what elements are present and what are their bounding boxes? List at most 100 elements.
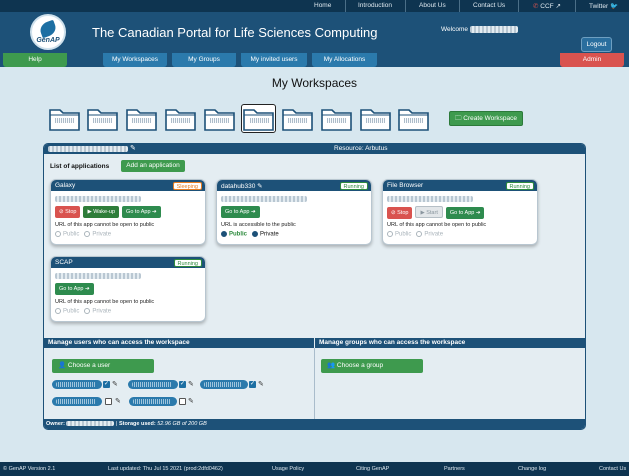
changelog-link[interactable]: Change log	[518, 466, 546, 472]
status-badge: Running	[173, 258, 202, 267]
nav-link-contact-us[interactable]: Contact Us	[473, 2, 505, 9]
welcome-text: Welcome	[441, 26, 518, 33]
nav-link-twitter[interactable]: Twitter 🐦	[589, 2, 618, 10]
citing-link[interactable]: Citing GenAP	[356, 466, 389, 472]
choose-user-button[interactable]: 👤 Choose a user	[52, 359, 154, 373]
edit-user-icon[interactable]: ✎	[112, 380, 118, 388]
go-to-app-button[interactable]: Go to App ➔	[221, 206, 260, 218]
redacted-app-url	[221, 196, 307, 202]
nav-link-ccf[interactable]: ✆ CCF ↗	[533, 2, 561, 10]
arrow-right-icon: ➔	[475, 210, 481, 216]
genap-logo[interactable]: GenAP	[30, 14, 66, 50]
play-icon: ▶	[420, 210, 425, 216]
stop-button[interactable]: ⊘ Stop	[55, 206, 81, 218]
app-card-file-browser: File Browser Running ⊘ Stop ▶ Start Go to A…	[382, 179, 538, 245]
site-title: The Canadian Portal for Life Sciences Co…	[92, 25, 378, 40]
private-radio[interactable]	[252, 231, 259, 237]
status-badge: Running	[505, 181, 534, 190]
manage-users-header: Manage users who can access the workspac…	[44, 338, 314, 348]
admin-button[interactable]: Admin	[560, 53, 624, 67]
workspace-folder-icon[interactable]	[204, 106, 235, 131]
create-workspace-button[interactable]: 🗀 Create Workspace	[449, 111, 523, 126]
workspace-folder-icon[interactable]	[87, 106, 118, 131]
app-url-note: URL of this app cannot be open to public	[55, 299, 155, 305]
choose-group-button[interactable]: 👥 Choose a group	[321, 359, 423, 373]
edit-app-icon[interactable]: ✎	[257, 183, 262, 190]
usage-policy-link[interactable]: Usage Policy	[272, 466, 304, 472]
app-url-note: URL of this app cannot be open to public	[55, 222, 155, 228]
stop-icon: ⊘	[59, 209, 64, 215]
user-tag	[52, 380, 102, 389]
top-nav: Home Introduction About Us Contact Us ✆ …	[0, 0, 629, 12]
redacted-workspace-name	[48, 145, 128, 152]
user-checkbox[interactable]: ✓	[179, 381, 186, 388]
private-radio	[84, 308, 91, 314]
apps-list-title: List of applications	[50, 163, 110, 170]
my-workspaces-button[interactable]: My Workspaces	[103, 53, 167, 67]
my-allocations-button[interactable]: My Allocations	[312, 53, 377, 67]
workspace-folder-icon[interactable]	[49, 106, 80, 131]
go-to-app-button[interactable]: Go to App ➔	[445, 207, 485, 219]
nav-link-home[interactable]: Home	[314, 2, 331, 9]
play-icon: ▶	[87, 209, 92, 215]
manage-groups-header: Manage groups who can access the workspa…	[315, 338, 585, 348]
visibility-radios: Public Private	[221, 231, 279, 238]
visibility-radios: Public Private	[55, 308, 111, 315]
stop-button[interactable]: ⊘ Stop	[387, 207, 413, 219]
redacted-app-url	[55, 273, 141, 279]
my-groups-button[interactable]: My Groups	[172, 53, 236, 67]
arrow-right-icon: ➔	[251, 209, 256, 215]
visibility-radios: Public Private	[55, 231, 111, 238]
folder-icon: 🗀	[454, 115, 462, 122]
wake-up-button[interactable]: ▶ Wake-up	[83, 206, 120, 218]
status-badge: Running	[339, 181, 368, 190]
go-to-app-button[interactable]: Go to App ➔	[122, 206, 161, 218]
user-icon: 👤	[58, 362, 67, 369]
workspace-folder-icon[interactable]	[126, 106, 157, 131]
user-tag	[129, 397, 177, 406]
go-to-app-button[interactable]: Go to App ➔	[55, 283, 94, 295]
status-badge: Sleeping	[172, 181, 202, 190]
visibility-radios: Public Private	[387, 231, 443, 238]
version-text: © GenAP Version 2.1	[3, 466, 56, 472]
edit-user-icon[interactable]: ✎	[258, 380, 264, 388]
user-tag	[200, 380, 248, 389]
edit-user-icon[interactable]: ✎	[115, 397, 121, 405]
user-checkbox[interactable]	[105, 398, 112, 405]
edit-user-icon[interactable]: ✎	[188, 380, 194, 388]
add-application-button[interactable]: Add an application	[121, 160, 185, 172]
help-button[interactable]: Help	[3, 53, 67, 67]
public-radio[interactable]	[221, 231, 227, 237]
user-checkbox[interactable]	[179, 398, 186, 405]
public-radio	[55, 308, 61, 314]
redacted-app-url	[55, 196, 141, 202]
start-button: ▶ Start	[415, 206, 443, 218]
workspace-folder-icon[interactable]	[282, 106, 313, 131]
workspace-folder-icon[interactable]	[321, 106, 352, 131]
redacted-owner	[66, 421, 115, 427]
external-link-icon: ↗	[555, 3, 561, 10]
workspace-panel: ✎ Resource: Arbutus List of applications…	[43, 143, 586, 430]
workspace-folder-icon[interactable]	[398, 106, 429, 131]
workspace-folder-icon[interactable]	[165, 106, 196, 131]
logout-button[interactable]: Logout	[581, 37, 612, 52]
public-radio	[55, 231, 61, 237]
edit-workspace-name-icon[interactable]: ✎	[130, 144, 136, 152]
private-radio	[416, 231, 423, 237]
nav-link-about-us[interactable]: About Us	[419, 2, 446, 9]
workspace-folder-icon[interactable]	[360, 106, 391, 131]
public-radio	[387, 231, 393, 237]
contact-link[interactable]: Contact Us	[599, 466, 626, 472]
nav-link-introduction[interactable]: Introduction	[358, 2, 392, 9]
user-checkbox[interactable]: ✓	[103, 381, 110, 388]
edit-user-icon[interactable]: ✎	[188, 397, 194, 405]
workspace-footer: Owner: | Storage used: 52.96 GB of 200 G…	[44, 419, 585, 429]
arrow-right-icon: ➔	[152, 209, 157, 215]
app-card-datahub330: datahub330 ✎ Running Go to App ➔ URL is a…	[216, 179, 372, 245]
app-url-note: URL is accessible to the public	[221, 222, 296, 228]
workspace-folder-icon[interactable]	[241, 104, 276, 133]
user-checkbox[interactable]: ✓	[249, 381, 256, 388]
my-invited-users-button[interactable]: My invited users	[241, 53, 307, 67]
site-footer: © GenAP Version 2.1 Last updated: Thu Ju…	[0, 462, 629, 476]
partners-link[interactable]: Partners	[444, 466, 465, 472]
